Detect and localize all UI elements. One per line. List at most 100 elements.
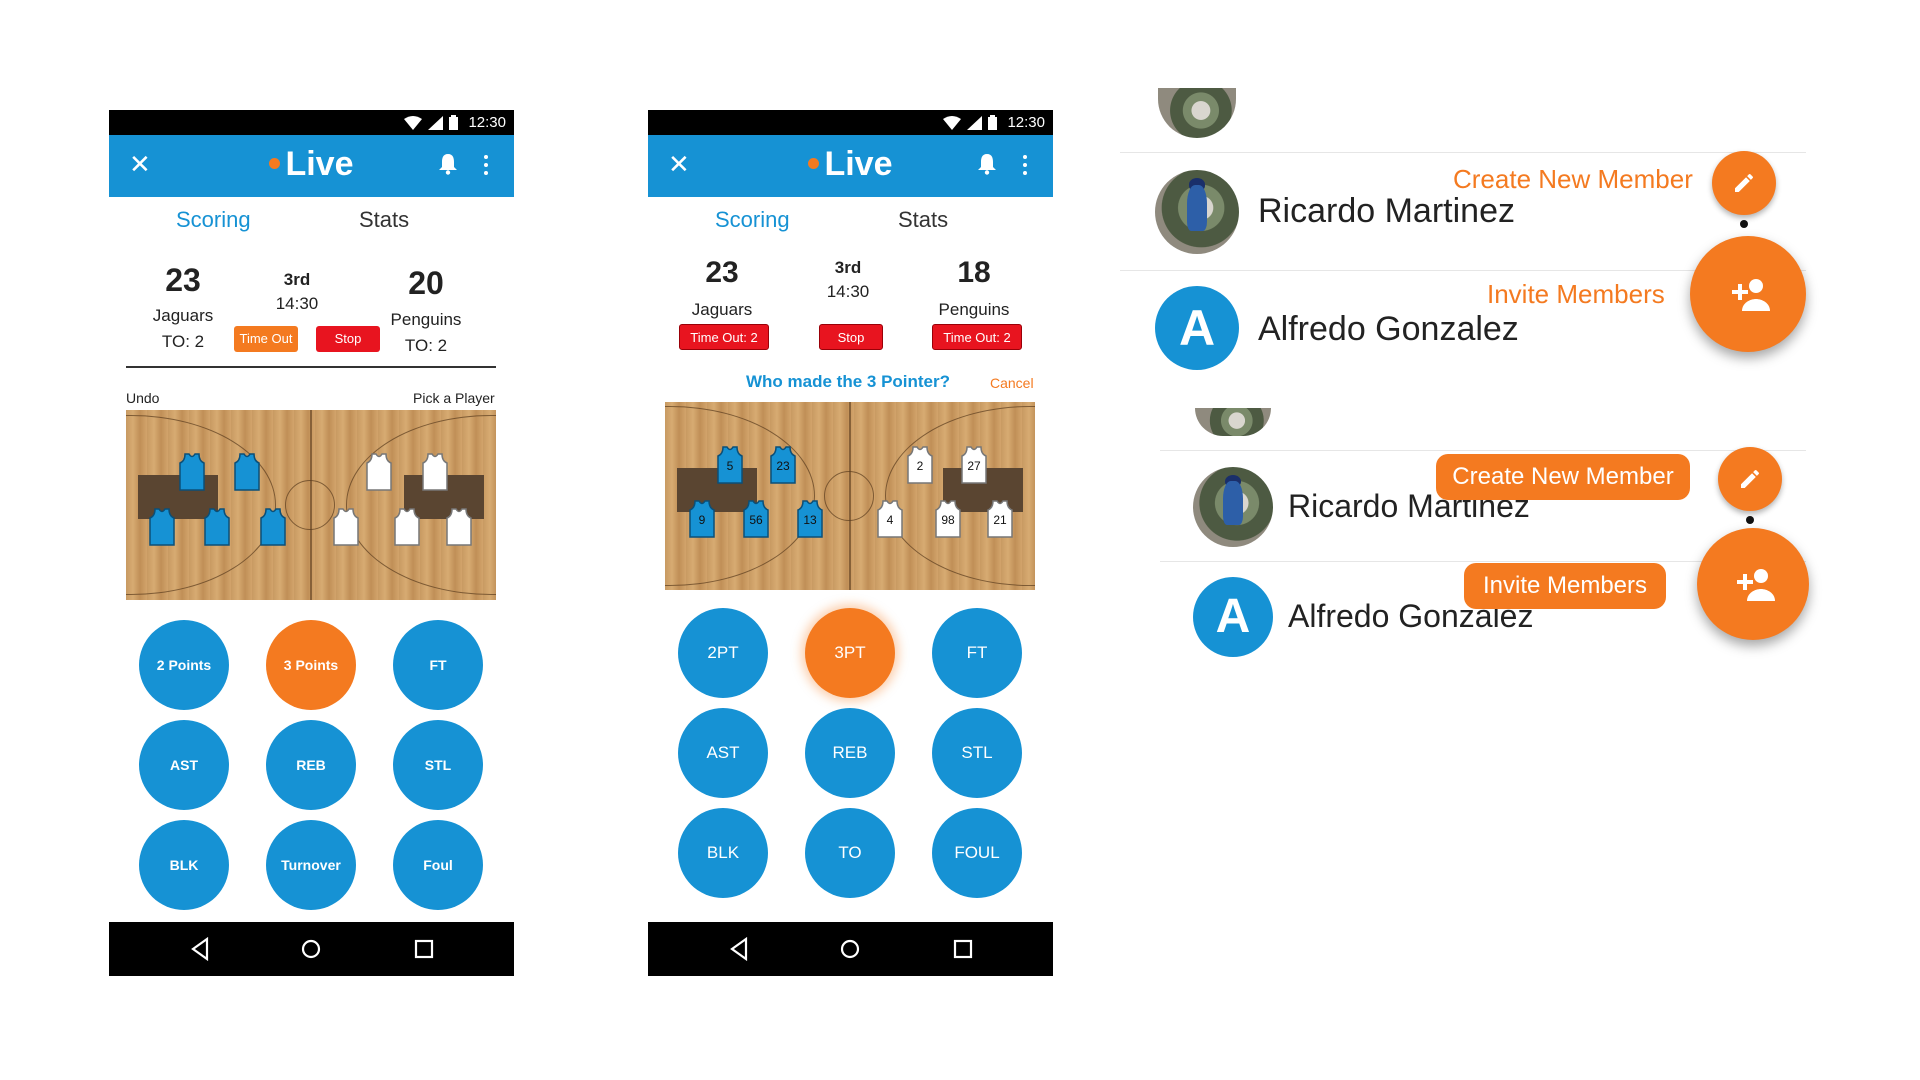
away-team: Penguins	[938, 300, 1010, 319]
action-button-stl[interactable]: STL	[932, 708, 1022, 798]
action-button-ast[interactable]: AST	[678, 708, 768, 798]
period: 3rd	[283, 270, 311, 289]
away-player-jersey[interactable]	[366, 453, 392, 496]
away-player-jersey[interactable]: 27	[961, 446, 987, 489]
wifi-icon	[404, 115, 422, 130]
action-button-3pt[interactable]: 3PT	[805, 608, 895, 698]
recents-icon[interactable]	[952, 937, 974, 961]
undo-link[interactable]: Undo	[126, 390, 159, 406]
invite-members-fab[interactable]	[1690, 236, 1806, 352]
action-button-3-points[interactable]: 3 Points	[266, 620, 356, 710]
row-divider	[1120, 152, 1806, 153]
create-member-chip[interactable]: Create New Member	[1436, 454, 1690, 500]
away-player-jersey[interactable]: 4	[877, 500, 903, 543]
action-button-to[interactable]: TO	[805, 808, 895, 898]
live-title-text: Live	[824, 145, 893, 183]
stop-button[interactable]: Stop	[819, 324, 883, 350]
home-player-jersey[interactable]: 5	[717, 446, 743, 489]
avatar: A	[1193, 577, 1273, 657]
create-member-fab[interactable]	[1712, 151, 1776, 215]
action-button-blk[interactable]: BLK	[139, 820, 229, 910]
action-button-2pt[interactable]: 2PT	[678, 608, 768, 698]
away-timeout-button[interactable]: Time Out: 2	[932, 324, 1022, 350]
invite-members-fab[interactable]	[1697, 528, 1809, 640]
action-button-ft[interactable]: FT	[932, 608, 1022, 698]
create-member-fab[interactable]	[1718, 447, 1782, 511]
more-vert-icon[interactable]	[1023, 155, 1027, 179]
bell-icon[interactable]	[977, 153, 997, 175]
tab-stats[interactable]: Stats	[898, 207, 948, 233]
tab-scoring[interactable]: Scoring	[176, 207, 251, 233]
home-timeout-button[interactable]: Time Out: 2	[679, 324, 769, 350]
avatar-partial	[1158, 88, 1236, 138]
avatar: A	[1155, 286, 1239, 370]
scoreboard-divider	[126, 366, 496, 368]
away-player-jersey[interactable]: 98	[935, 500, 961, 543]
home-icon[interactable]	[839, 937, 861, 961]
action-button-reb[interactable]: REB	[266, 720, 356, 810]
action-button-reb[interactable]: REB	[805, 708, 895, 798]
action-button-blk[interactable]: BLK	[678, 808, 768, 898]
home-player-jersey[interactable]	[179, 453, 205, 496]
left-three-point-arc	[126, 415, 276, 595]
right-three-point-arc	[885, 406, 1035, 586]
cancel-link[interactable]: Cancel	[990, 375, 1034, 391]
status-bar: 12:30	[109, 110, 514, 135]
status-icons	[943, 115, 997, 130]
signal-icon	[428, 115, 443, 130]
home-player-jersey[interactable]	[234, 453, 260, 496]
action-button-foul[interactable]: FOUL	[932, 808, 1022, 898]
home-player-jersey[interactable]	[149, 508, 175, 551]
basketball-court[interactable]: 5 23 9 56 13 2 27 4 98 21	[665, 402, 1035, 590]
back-icon[interactable]	[189, 937, 211, 961]
tab-bar: Scoring Stats	[648, 207, 1053, 243]
action-button-stl[interactable]: STL	[393, 720, 483, 810]
away-score: 20	[408, 265, 444, 301]
action-button-foul[interactable]: Foul	[393, 820, 483, 910]
tab-scoring[interactable]: Scoring	[715, 207, 790, 233]
action-button-turnover[interactable]: Turnover	[266, 820, 356, 910]
away-player-jersey[interactable]: 2	[907, 446, 933, 489]
home-player-jersey[interactable]: 56	[743, 500, 769, 543]
action-button-2-points[interactable]: 2 Points	[139, 620, 229, 710]
timeout-button[interactable]: Time Out	[234, 326, 298, 352]
home-player-jersey[interactable]	[204, 508, 230, 551]
away-player-jersey[interactable]: 21	[987, 500, 1013, 543]
avatar	[1155, 170, 1239, 254]
away-player-jersey[interactable]	[394, 508, 420, 551]
left-three-point-arc	[665, 406, 815, 586]
member-name[interactable]: Alfredo Gonzalez	[1258, 310, 1519, 349]
invite-members-chip[interactable]: Invite Members	[1464, 563, 1666, 609]
create-member-label[interactable]: Create New Member	[1453, 164, 1693, 195]
recents-icon[interactable]	[413, 937, 435, 961]
home-player-jersey[interactable]: 9	[689, 500, 715, 543]
away-player-jersey[interactable]	[422, 453, 448, 496]
away-player-jersey[interactable]	[333, 508, 359, 551]
period: 3rd	[834, 258, 862, 277]
status-icons	[404, 115, 458, 130]
home-player-jersey[interactable]: 23	[770, 446, 796, 489]
tab-bar: Scoring Stats	[109, 207, 514, 243]
home-player-jersey[interactable]	[260, 508, 286, 551]
center-circle	[824, 471, 874, 521]
invite-members-label[interactable]: Invite Members	[1487, 279, 1665, 310]
center-circle	[285, 480, 335, 530]
member-name[interactable]: Ricardo Martinez	[1258, 192, 1515, 231]
game-clock: 14:30	[275, 294, 319, 313]
back-icon[interactable]	[728, 937, 750, 961]
more-vert-icon[interactable]	[484, 155, 488, 179]
app-bar: ✕ Live	[648, 135, 1053, 197]
scoring-screen-v2: 12:30 ✕ Live Scoring Stats 23 Jaguars Ti…	[648, 110, 1053, 980]
home-player-jersey[interactable]: 13	[797, 500, 823, 543]
away-player-jersey[interactable]	[446, 508, 472, 551]
home-icon[interactable]	[300, 937, 322, 961]
action-button-ast[interactable]: AST	[139, 720, 229, 810]
home-timeouts: TO: 2	[161, 332, 205, 351]
battery-icon	[449, 115, 458, 130]
tab-stats[interactable]: Stats	[359, 207, 409, 233]
svg-text:5: 5	[727, 459, 734, 473]
android-nav-bar	[109, 922, 514, 976]
basketball-court[interactable]	[126, 410, 496, 600]
bell-icon[interactable]	[438, 153, 458, 175]
action-button-ft[interactable]: FT	[393, 620, 483, 710]
